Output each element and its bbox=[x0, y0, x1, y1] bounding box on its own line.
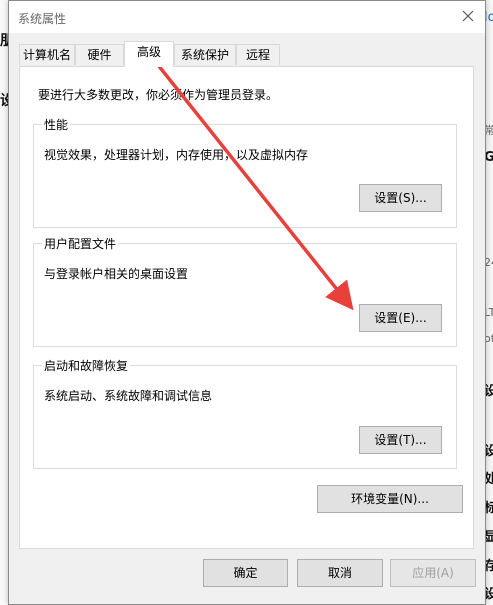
performance-description: 视觉效果，处理器计划，内存使用，以及虚拟内存 bbox=[44, 148, 309, 162]
close-button[interactable] bbox=[451, 1, 485, 31]
tab-system-protection[interactable]: 系统保护 bbox=[174, 44, 236, 65]
user-profiles-description: 与登录帐户相关的桌面设置 bbox=[44, 267, 189, 281]
environment-variables-button[interactable]: 环境变量(N)... bbox=[317, 485, 463, 513]
startup-recovery-settings-button[interactable]: 设置(T)... bbox=[359, 426, 442, 454]
admin-note: 要进行大多数更改，你必须作为管理员登录。 bbox=[38, 88, 279, 102]
close-icon bbox=[462, 10, 474, 22]
system-properties-dialog: 系统属性 计算机名 硬件 高级 系统保护 远程 要进行大多数更改，你必须作为管理… bbox=[8, 0, 486, 605]
ok-button[interactable]: 确定 bbox=[203, 559, 288, 587]
startup-recovery-description: 系统启动、系统故障和调试信息 bbox=[44, 389, 213, 403]
tab-advanced[interactable]: 高级 bbox=[124, 41, 174, 67]
user-profiles-group-title: 用户配置文件 bbox=[42, 235, 119, 252]
tab-hardware[interactable]: 硬件 bbox=[75, 44, 124, 65]
user-profiles-settings-button[interactable]: 设置(E)... bbox=[359, 304, 442, 332]
performance-settings-button[interactable]: 设置(S)... bbox=[359, 184, 442, 212]
startup-recovery-group: 启动和故障恢复 系统启动、系统故障和调试信息 设置(T)... bbox=[33, 357, 457, 469]
performance-group: 性能 视觉效果，处理器计划，内存使用，以及虚拟内存 设置(S)... bbox=[33, 116, 457, 228]
cancel-button[interactable]: 取消 bbox=[297, 559, 383, 587]
apply-button[interactable]: 应用(A) bbox=[390, 559, 476, 587]
tab-remote[interactable]: 远程 bbox=[236, 44, 280, 65]
performance-group-title: 性能 bbox=[42, 116, 71, 133]
tab-computer-name[interactable]: 计算机名 bbox=[19, 44, 75, 65]
user-profiles-group: 用户配置文件 与登录帐户相关的桌面设置 设置(E)... bbox=[33, 235, 457, 347]
title-bar[interactable]: 系统属性 bbox=[9, 1, 485, 33]
dialog-title: 系统属性 bbox=[18, 12, 67, 26]
advanced-tab-panel: 要进行大多数更改，你必须作为管理员登录。 性能 视觉效果，处理器计划，内存使用，… bbox=[19, 66, 474, 549]
startup-recovery-group-title: 启动和故障恢复 bbox=[42, 357, 131, 374]
